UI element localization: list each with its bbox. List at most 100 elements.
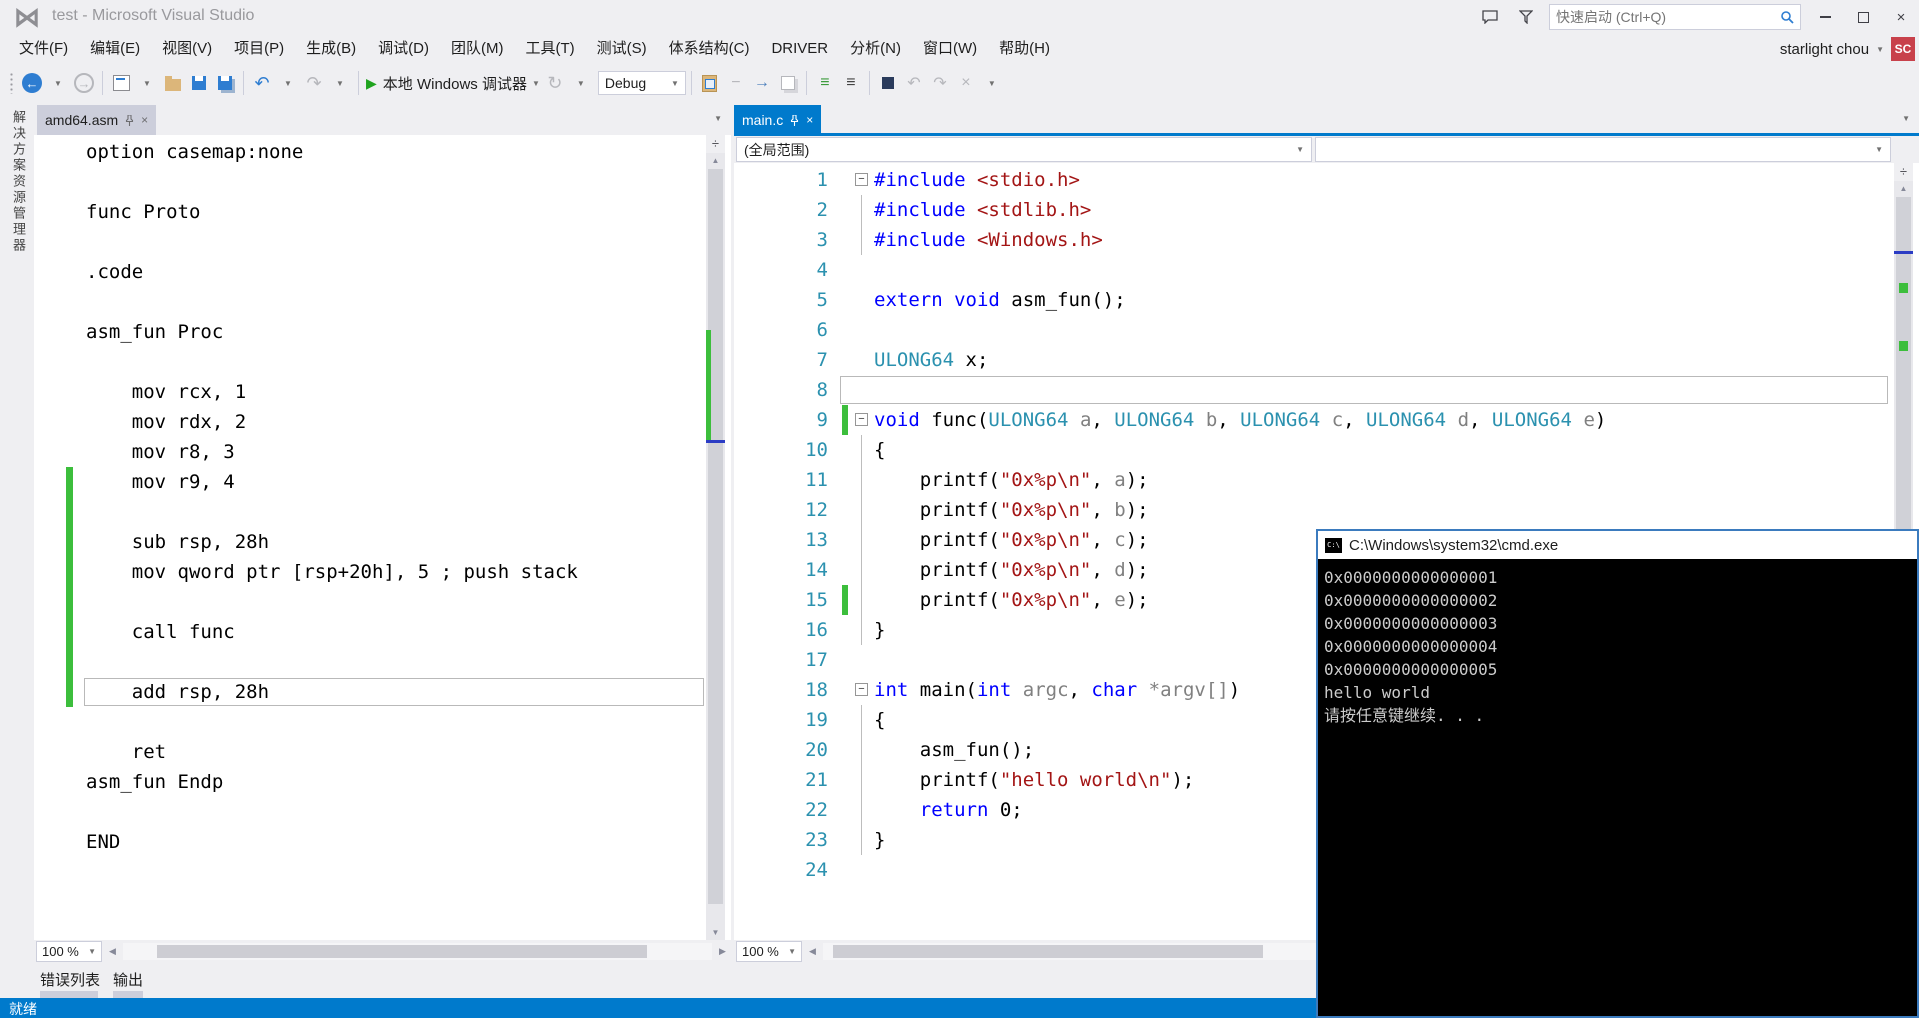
scope-dropdown[interactable]: (全局范围)▼ bbox=[736, 137, 1312, 162]
menu-item[interactable]: 分析(N) bbox=[839, 34, 912, 64]
clear-icon[interactable]: × bbox=[953, 70, 979, 96]
pin-icon[interactable] bbox=[125, 115, 134, 126]
tab-list-dropdown-icon[interactable]: ▼ bbox=[1902, 114, 1910, 123]
tab-main-c[interactable]: main.c × bbox=[734, 105, 821, 135]
left-zoom-combo[interactable]: 100 %▼ bbox=[36, 941, 102, 962]
code-line[interactable]: ret bbox=[34, 737, 706, 767]
tab-output[interactable]: 输出 bbox=[113, 969, 143, 990]
code-line[interactable] bbox=[34, 287, 706, 317]
code-line[interactable]: 12 printf("0x%p\n", b); bbox=[734, 495, 1894, 525]
split-handle-icon[interactable]: ÷ bbox=[1894, 163, 1913, 181]
avatar[interactable]: SC bbox=[1891, 37, 1915, 61]
code-line[interactable]: call func bbox=[34, 617, 706, 647]
code-line[interactable]: 6 bbox=[734, 315, 1894, 345]
right-zoom-combo[interactable]: 100 %▼ bbox=[736, 941, 802, 962]
scroll-left-icon[interactable]: ◀ bbox=[104, 946, 121, 957]
code-line[interactable] bbox=[34, 167, 706, 197]
code-line[interactable]: 4 bbox=[734, 255, 1894, 285]
scrollbar-thumb[interactable] bbox=[708, 169, 723, 904]
tab-amd64-asm[interactable]: amd64.asm × bbox=[37, 105, 156, 135]
cmd-title-bar[interactable]: C:\ C:\Windows\system32\cmd.exe bbox=[1318, 531, 1917, 559]
outline-margin[interactable]: − bbox=[853, 165, 871, 195]
code-line[interactable] bbox=[34, 347, 706, 377]
menu-item[interactable]: 窗口(W) bbox=[912, 34, 988, 64]
save-button[interactable] bbox=[186, 70, 212, 96]
outline-margin[interactable]: − bbox=[853, 405, 871, 435]
notifications-flag-icon[interactable] bbox=[1513, 5, 1539, 29]
menu-item[interactable]: 项目(P) bbox=[223, 34, 295, 64]
quick-launch-box[interactable] bbox=[1549, 4, 1801, 30]
asm-editor[interactable]: option casemap:nonefunc Proto.codeasm_fu… bbox=[34, 135, 731, 940]
menu-item[interactable]: 编辑(E) bbox=[79, 34, 151, 64]
solution-explorer-label[interactable]: 解决方案资源管理器 bbox=[9, 110, 28, 254]
close-button[interactable]: × bbox=[1887, 5, 1915, 29]
feedback-icon[interactable] bbox=[1477, 5, 1503, 29]
step-into-icon[interactable]: → bbox=[749, 70, 775, 96]
solution-configuration-combo[interactable]: Debug▼ bbox=[598, 71, 686, 95]
code-line[interactable]: 11 printf("0x%p\n", a); bbox=[734, 465, 1894, 495]
user-name[interactable]: starlight chou bbox=[1780, 41, 1869, 58]
member-dropdown[interactable]: ▼ bbox=[1315, 137, 1891, 162]
left-vertical-scrollbar[interactable]: ÷ ▲ ▼ bbox=[706, 135, 725, 940]
code-line[interactable]: 9−void func(ULONG64 a, ULONG64 b, ULONG6… bbox=[734, 405, 1894, 435]
scroll-up-icon[interactable]: ▲ bbox=[706, 153, 725, 168]
code-line[interactable]: add rsp, 28h bbox=[34, 677, 706, 707]
menu-item[interactable]: 工具(T) bbox=[514, 34, 585, 64]
chevron-down-icon[interactable]: ▼ bbox=[1876, 45, 1884, 54]
undo-dropdown[interactable]: ▼ bbox=[275, 70, 301, 96]
user-account-area[interactable]: starlight chou ▼ SC bbox=[1780, 37, 1915, 61]
cmd-window[interactable]: C:\ C:\Windows\system32\cmd.exe 0x000000… bbox=[1316, 529, 1919, 1018]
hscroll-thumb[interactable] bbox=[833, 945, 1263, 958]
scroll-up-icon[interactable]: ▲ bbox=[1894, 181, 1913, 196]
code-line[interactable] bbox=[34, 227, 706, 257]
collapse-icon[interactable]: − bbox=[855, 173, 868, 186]
navigate-forward-icon[interactable]: ↷ bbox=[927, 70, 953, 96]
close-tab-icon[interactable]: × bbox=[806, 113, 813, 127]
refresh-dropdown[interactable]: ▼ bbox=[568, 70, 594, 96]
code-line[interactable]: sub rsp, 28h bbox=[34, 527, 706, 557]
menu-item[interactable]: 生成(B) bbox=[295, 34, 367, 64]
quick-launch-input[interactable] bbox=[1550, 9, 1774, 25]
code-line[interactable]: 8 bbox=[734, 375, 1894, 405]
hscroll-track[interactable] bbox=[123, 943, 712, 960]
code-line[interactable]: END bbox=[34, 827, 706, 857]
code-line[interactable]: 10{ bbox=[734, 435, 1894, 465]
refresh-button[interactable]: ↻ bbox=[542, 70, 568, 96]
menu-item[interactable]: 文件(F) bbox=[8, 34, 79, 64]
task-list-icon[interactable]: ≡ bbox=[812, 70, 838, 96]
code-line[interactable]: 5extern void asm_fun(); bbox=[734, 285, 1894, 315]
navigate-back-icon[interactable]: ↶ bbox=[901, 70, 927, 96]
code-line[interactable]: mov rdx, 2 bbox=[34, 407, 706, 437]
code-line[interactable]: asm_fun Endp bbox=[34, 767, 706, 797]
redo-button[interactable]: ↷ bbox=[301, 70, 327, 96]
code-line[interactable]: mov rcx, 1 bbox=[34, 377, 706, 407]
code-line[interactable] bbox=[34, 647, 706, 677]
menu-item[interactable]: 视图(V) bbox=[151, 34, 223, 64]
code-line[interactable]: mov r8, 3 bbox=[34, 437, 706, 467]
new-project-dropdown[interactable]: ▼ bbox=[134, 70, 160, 96]
code-line[interactable] bbox=[34, 797, 706, 827]
outline-margin[interactable]: − bbox=[853, 675, 871, 705]
redo-dropdown[interactable]: ▼ bbox=[327, 70, 353, 96]
navigate-backward-dropdown[interactable]: ▼ bbox=[45, 70, 71, 96]
breakpoints-window-icon[interactable] bbox=[875, 70, 901, 96]
menu-item[interactable]: DRIVER bbox=[760, 34, 839, 64]
code-line[interactable]: option casemap:none bbox=[34, 137, 706, 167]
menu-item[interactable]: 调试(D) bbox=[367, 34, 440, 64]
code-line[interactable]: 2#include <stdlib.h> bbox=[734, 195, 1894, 225]
navigate-backward-button[interactable]: ← bbox=[19, 70, 45, 96]
code-line[interactable]: 1−#include <stdio.h> bbox=[734, 165, 1894, 195]
code-line[interactable]: mov r9, 4 bbox=[34, 467, 706, 497]
save-all-button[interactable] bbox=[212, 70, 238, 96]
tab-list-dropdown-icon[interactable]: ▼ bbox=[714, 114, 722, 123]
left-horizontal-scrollbar[interactable]: 100 %▼ ◀ ▶ bbox=[34, 940, 731, 963]
split-handle-icon[interactable]: ÷ bbox=[706, 135, 725, 153]
menu-item[interactable]: 团队(M) bbox=[440, 34, 515, 64]
code-line[interactable]: asm_fun Proc bbox=[34, 317, 706, 347]
toolbar-grip[interactable] bbox=[9, 72, 14, 94]
collapse-icon[interactable]: − bbox=[855, 683, 868, 696]
tab-error-list[interactable]: 错误列表 bbox=[40, 969, 100, 990]
code-line[interactable] bbox=[34, 497, 706, 527]
navigate-forward-button[interactable]: → bbox=[71, 70, 97, 96]
hscroll-thumb[interactable] bbox=[157, 945, 647, 958]
